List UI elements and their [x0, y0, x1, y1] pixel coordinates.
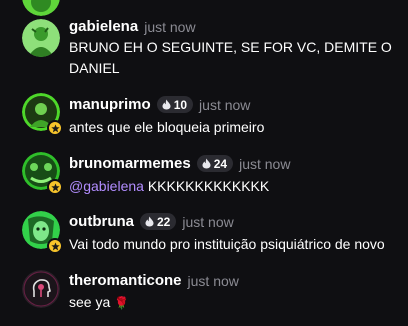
message-text: Vai todo mundo pro instituição psiquiátr…: [69, 236, 385, 252]
timestamp: just now: [187, 272, 239, 289]
message-text: see ya 🌹: [69, 292, 129, 314]
flame-icon: [202, 158, 211, 169]
star-icon: [47, 238, 63, 254]
badge-count: 22: [157, 214, 171, 229]
message-body: KKKKKKKKKKKKK: [143, 178, 270, 194]
green-profile-photo-icon: [22, 19, 60, 57]
timestamp: just now: [199, 96, 251, 113]
badge-count: 10: [173, 97, 188, 112]
message-body: see ya: [69, 294, 111, 310]
user-mention[interactable]: @gabielena: [69, 178, 144, 194]
username[interactable]: brunomarmemes: [69, 155, 191, 172]
message-text: @gabielena KKKKKKKKKKKKK: [69, 176, 269, 197]
head-profile-icon: [22, 270, 60, 308]
timestamp: just now: [144, 18, 196, 35]
rose-emoji-icon: 🌹: [114, 296, 130, 310]
timestamp: just now: [182, 213, 234, 230]
streak-badge: 10: [156, 96, 194, 113]
partial-avatar: [22, 0, 60, 16]
avatar[interactable]: [22, 19, 60, 57]
flame-icon: [145, 216, 154, 227]
star-icon: [47, 120, 63, 136]
streak-badge: 24: [196, 155, 234, 172]
flame-icon: [162, 99, 171, 110]
timestamp: just now: [239, 155, 291, 172]
username[interactable]: outbruna: [69, 213, 134, 230]
message-text: antes que ele bloqueia primeiro: [69, 119, 265, 135]
badge-count: 24: [213, 156, 228, 171]
avatar[interactable]: [22, 270, 60, 308]
message-text: BRUNO EH O SEGUINTE, SE FOR VC, DEMITE O…: [69, 39, 392, 76]
username[interactable]: gabielena: [69, 18, 138, 35]
username[interactable]: manuprimo: [69, 96, 151, 113]
chat-feed: gabielena just now BRUNO EH O SEGUINTE, …: [0, 0, 408, 326]
star-icon: [47, 179, 63, 195]
streak-badge: 22: [140, 213, 177, 230]
username[interactable]: theromanticone: [69, 272, 182, 289]
